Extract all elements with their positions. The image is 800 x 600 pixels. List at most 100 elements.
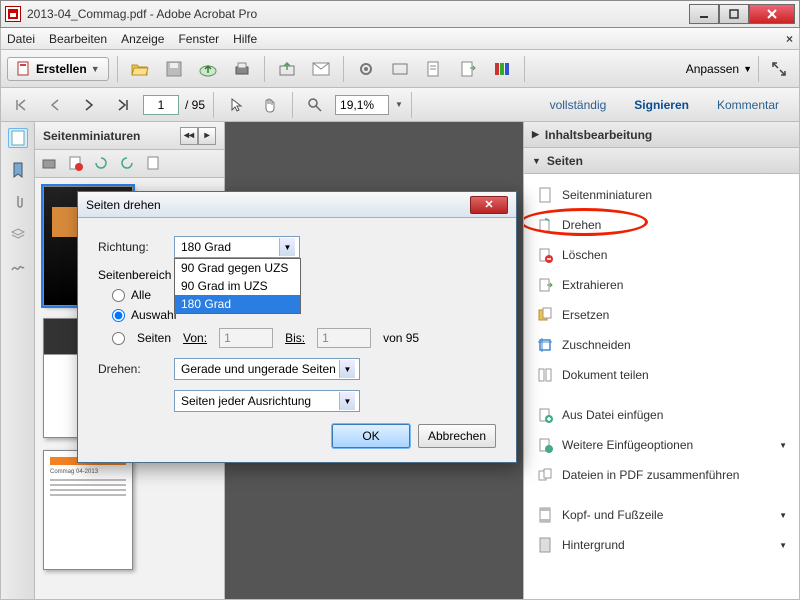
radio-alle[interactable] [112,289,125,302]
chevron-down-icon[interactable]: ▼ [395,100,403,109]
zoom-input[interactable] [335,95,389,115]
tool-dateien-zusammenfuehren[interactable]: Dateien in PDF zusammenführen [524,460,799,490]
direction-combo[interactable]: 180 Grad ▼ 90 Grad gegen UZS 90 Grad im … [174,236,300,258]
menu-fenster[interactable]: Fenster [178,32,219,46]
close-button[interactable] [749,4,795,24]
page-thumbnail-3[interactable]: Commag 04-2013 [43,450,133,570]
tool-a[interactable] [386,55,414,83]
maximize-button[interactable] [719,4,749,24]
thumb-rotate2-icon[interactable] [119,155,137,173]
tool-kopf-fusszeile[interactable]: Kopf- und Fußzeile▼ [524,500,799,530]
layers-rail-icon[interactable] [8,224,28,244]
prev-icon [49,98,61,112]
extract-icon [536,276,554,294]
minimize-button[interactable] [689,4,719,24]
direction-option-180[interactable]: 180 Grad [175,295,300,313]
customize-label[interactable]: Anpassen [686,62,739,76]
fullscreen-button[interactable] [765,55,793,83]
menu-datei[interactable]: Datei [7,32,35,46]
cancel-button[interactable]: Abbrechen [418,424,496,448]
share-icon [278,60,296,78]
attachment-rail-icon[interactable] [8,192,28,212]
create-button[interactable]: Erstellen ▼ [7,57,109,81]
next-icon [83,98,95,112]
signatures-rail-icon[interactable] [8,256,28,276]
split-icon [536,366,554,384]
tool-weitere-einfuegeoptionen[interactable]: Weitere Einfügeoptionen▼ [524,430,799,460]
save-button[interactable] [160,55,188,83]
page-number-input[interactable] [143,95,179,115]
radio-alle-row: Alle [112,288,496,302]
thumb-rotate-icon[interactable] [93,155,111,173]
page-icon [536,186,554,204]
chevron-down-icon: ▼ [743,64,752,74]
menu-anzeige[interactable]: Anzeige [121,32,164,46]
chevron-down-icon: ▼ [532,156,541,166]
radio-seiten-row: Seiten Von: Bis: von 95 [112,328,496,348]
tool-extrahieren[interactable]: Extrahieren [524,270,799,300]
app-icon [5,6,21,22]
prev-page-button[interactable] [41,91,69,119]
tool-b[interactable] [420,55,448,83]
zoom-tool[interactable] [301,91,329,119]
open-button[interactable] [126,55,154,83]
left-rail [1,122,35,599]
tool-dokument-teilen[interactable]: Dokument teilen [524,360,799,390]
rotate-label: Drehen: [98,362,164,376]
thumb-print-icon[interactable] [41,155,59,173]
rotate-combo-parity[interactable]: Gerade und ungerade Seiten▼ [174,358,360,380]
tab-signieren[interactable]: Signieren [620,92,703,118]
section-inhaltsbearbeitung[interactable]: ▶Inhaltsbearbeitung [524,122,799,148]
tool-zuschneiden[interactable]: Zuschneiden [524,330,799,360]
section-seiten[interactable]: ▼Seiten [524,148,799,174]
last-page-button[interactable] [109,91,137,119]
tool-hintergrund[interactable]: Hintergrund▼ [524,530,799,560]
last-icon [116,98,130,112]
dialog-close-button[interactable]: ✕ [470,196,508,214]
thumb-more-icon[interactable] [145,155,163,173]
first-page-button[interactable] [7,91,35,119]
thumbnails-rail-icon[interactable] [8,128,28,148]
menu-hilfe[interactable]: Hilfe [233,32,257,46]
create-icon [16,61,32,77]
cloud-icon [198,61,218,77]
direction-label: Richtung: [98,240,164,254]
bookmark-rail-icon[interactable] [8,160,28,180]
share-button[interactable] [273,55,301,83]
tool-seitenminiaturen[interactable]: Seitenminiaturen [524,180,799,210]
expand-icon [771,61,787,77]
hand-tool[interactable] [256,91,284,119]
direction-option-90ccw[interactable]: 90 Grad gegen UZS [175,259,300,277]
print-button[interactable] [228,55,256,83]
tab-vollstaendig[interactable]: vollständig [536,92,621,118]
rotate-combo-orientation[interactable]: Seiten jeder Ausrichtung▼ [174,390,360,412]
tool-aus-datei-einfuegen[interactable]: Aus Datei einfügen [524,400,799,430]
select-tool[interactable] [222,91,250,119]
tool-drehen[interactable]: Drehen [524,210,799,240]
thumb-next-button[interactable]: ▸ [198,127,216,145]
tool-loeschen[interactable]: Löschen [524,240,799,270]
cloud-button[interactable] [194,55,222,83]
export-icon [459,60,477,78]
email-button[interactable] [307,55,335,83]
direction-option-90cw[interactable]: 90 Grad im UZS [175,277,300,295]
thumbnails-title: Seitenminiaturen [43,129,140,143]
settings-button[interactable] [352,55,380,83]
next-page-button[interactable] [75,91,103,119]
insert-file-icon [536,406,554,424]
menubar-close-icon[interactable]: × [786,32,793,46]
tool-c[interactable] [454,55,482,83]
thumb-delete-icon[interactable] [67,155,85,173]
thumb-prev-button[interactable]: ◂◂ [180,127,198,145]
ok-button[interactable]: OK [332,424,410,448]
scan-icon [391,60,409,78]
first-icon [14,98,28,112]
radio-auswahl[interactable] [112,309,125,322]
menu-bearbeiten[interactable]: Bearbeiten [49,32,107,46]
tool-ersetzen[interactable]: Ersetzen [524,300,799,330]
radio-seiten[interactable] [112,332,125,345]
hand-icon [262,97,278,113]
tool-d[interactable] [488,55,516,83]
tab-kommentar[interactable]: Kommentar [703,92,793,118]
page-total: / 95 [185,98,205,112]
